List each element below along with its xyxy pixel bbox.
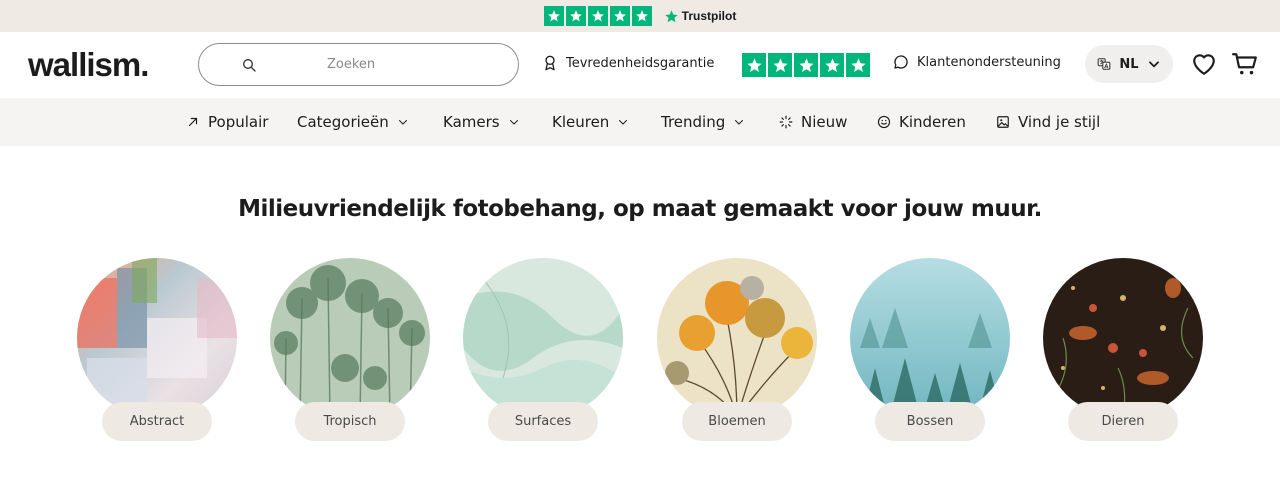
award-icon xyxy=(545,55,555,71)
category-card-bossen[interactable]: Bossen xyxy=(850,258,1010,444)
chat-bubble-icon xyxy=(894,55,908,69)
trustpilot-bar: Trustpilot xyxy=(0,0,1280,32)
language-selector[interactable]: NL xyxy=(1085,45,1173,83)
trustpilot-logo[interactable]: Trustpilot xyxy=(664,9,737,24)
site-logo[interactable]: wallism. xyxy=(28,46,198,84)
search-icon[interactable] xyxy=(241,57,257,73)
nav-item-kleuren[interactable]: Kleuren xyxy=(552,98,629,146)
search-bar[interactable] xyxy=(198,43,519,86)
category-card-abstract[interactable]: Abstract xyxy=(77,258,237,444)
star-icon xyxy=(768,53,792,77)
customer-support-link[interactable]: Klantenondersteuning xyxy=(893,54,1061,70)
nav-item-trending[interactable]: Trending xyxy=(661,98,745,146)
nav-label: Nieuw xyxy=(801,113,848,131)
star-icon xyxy=(846,53,870,77)
satisfaction-guarantee[interactable]: Tevredenheidsgarantie xyxy=(542,54,714,72)
nav-item-populair[interactable]: Populair xyxy=(186,98,268,146)
support-label: Klantenondersteuning xyxy=(917,54,1061,70)
trustpilot-stars xyxy=(543,6,652,26)
smiley-icon xyxy=(877,115,891,129)
category-image-bloemen xyxy=(657,258,817,418)
translate-icon xyxy=(1098,58,1111,70)
star-icon xyxy=(565,6,586,26)
sparkle-loader-icon xyxy=(779,115,793,129)
image-icon xyxy=(997,116,1009,128)
chevron-down-icon xyxy=(619,120,628,125)
trustpilot-star-icon xyxy=(664,9,678,22)
star-icon xyxy=(742,53,766,77)
wishlist-heart-icon[interactable] xyxy=(1191,52,1217,76)
chevron-down-icon xyxy=(735,120,744,125)
trustpilot-label: Trustpilot xyxy=(681,9,737,23)
star-icon xyxy=(587,6,608,26)
nav-item-kinderen[interactable]: Kinderen xyxy=(877,98,966,146)
chevron-down-icon xyxy=(509,120,518,125)
category-card-dieren[interactable]: Dieren xyxy=(1043,258,1203,444)
category-card-tropisch[interactable]: Tropisch xyxy=(270,258,430,444)
star-icon xyxy=(631,6,652,26)
nav-label: Kamers xyxy=(443,113,500,131)
star-icon xyxy=(609,6,630,26)
star-icon xyxy=(794,53,818,77)
header-rating-stars[interactable] xyxy=(742,53,870,77)
category-image-abstract xyxy=(77,258,237,418)
category-label-tropisch: Tropisch xyxy=(295,402,405,441)
category-label-bossen: Bossen xyxy=(875,402,985,441)
nav-label: Vind je stijl xyxy=(1018,113,1101,131)
nav-item-nieuw[interactable]: Nieuw xyxy=(779,98,847,146)
chevron-down-icon xyxy=(1148,61,1159,68)
category-image-bossen xyxy=(850,258,1010,418)
guarantee-label: Tevredenheidsgarantie xyxy=(566,55,715,71)
nav-label: Categorieën xyxy=(297,113,389,131)
trending-arrow-icon xyxy=(188,117,198,127)
category-label-bloemen: Bloemen xyxy=(682,402,792,441)
category-label-surfaces: Surfaces xyxy=(488,402,598,441)
main-navigation: Populair Categorieën Kamers Kleuren Tren… xyxy=(0,98,1280,146)
category-image-surfaces xyxy=(463,258,623,418)
category-card-surfaces[interactable]: Surfaces xyxy=(463,258,623,444)
category-label-dieren: Dieren xyxy=(1068,402,1178,441)
cart-icon[interactable] xyxy=(1232,51,1258,77)
category-carousel: Abstract Tropisch Surfaces Bloemen Bosse… xyxy=(0,258,1280,448)
language-label: NL xyxy=(1119,56,1139,72)
nav-label: Trending xyxy=(661,113,726,131)
site-header: wallism. Tevredenheidsgarantie Klantenon… xyxy=(0,32,1280,98)
nav-label: Kinderen xyxy=(899,113,966,131)
star-icon xyxy=(820,53,844,77)
nav-label: Kleuren xyxy=(552,113,610,131)
chevron-down-icon xyxy=(398,120,407,125)
category-card-bloemen[interactable]: Bloemen xyxy=(657,258,817,444)
category-image-tropisch xyxy=(270,258,430,418)
nav-item-categorieen[interactable]: Categorieën xyxy=(297,98,409,146)
category-image-dieren xyxy=(1043,258,1203,418)
page-headline: Milieuvriendelijk fotobehang, op maat ge… xyxy=(238,196,1042,222)
nav-item-vind-je-stijl[interactable]: Vind je stijl xyxy=(996,98,1100,146)
nav-label: Populair xyxy=(208,113,269,131)
star-icon xyxy=(543,6,564,26)
nav-item-kamers[interactable]: Kamers xyxy=(443,98,520,146)
category-label-abstract: Abstract xyxy=(102,402,212,441)
